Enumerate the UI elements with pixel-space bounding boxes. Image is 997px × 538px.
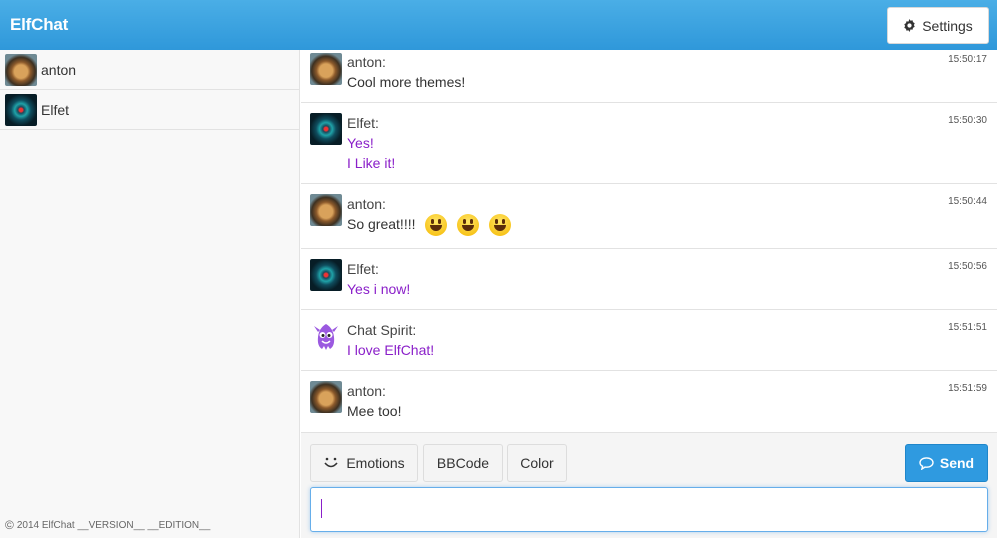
top-navbar: ElfChat Settings (0, 0, 997, 50)
message-avatar (310, 113, 342, 145)
message-author[interactable]: Chat Spirit: (347, 320, 987, 340)
message-text: I love ElfChat! (347, 342, 435, 358)
chat-message: Chat Spirit: I love ElfChat! 15:51:51 (301, 310, 997, 371)
message-avatar (310, 320, 342, 352)
chat-message: Elfet: Yes i now! 15:50:56 (301, 249, 997, 310)
chat-spirit-icon (314, 324, 338, 350)
message-author[interactable]: anton: (347, 52, 987, 72)
send-label: Send (939, 455, 975, 471)
message-time: 15:50:56 (948, 261, 987, 272)
smiley-emoji-icon (425, 214, 448, 237)
message-text: Yes i now! (347, 281, 411, 297)
message-input[interactable] (310, 487, 988, 532)
user-name: Elfet (41, 101, 70, 118)
color-label: Color (520, 455, 554, 471)
settings-button[interactable]: Settings (887, 7, 989, 44)
message-time: 15:50:44 (948, 196, 987, 207)
message-author[interactable]: Elfet: (347, 113, 987, 133)
chat-message: anton: Mee too! 15:51:59 (301, 371, 997, 432)
message-text-content: So great!!!! (347, 216, 416, 232)
copyright-footer: © 2014 ElfChat __VERSION__ __EDITION__ (5, 518, 210, 532)
user-avatar (5, 53, 37, 86)
chat-message: Elfet: Yes! I Like it! 15:50:30 (301, 103, 997, 184)
message-time: 15:50:17 (948, 54, 987, 65)
message-author[interactable]: Elfet: (347, 259, 987, 279)
message-text: I Like it! (347, 155, 396, 171)
gear-icon (904, 19, 915, 32)
message-author[interactable]: anton: (347, 194, 987, 214)
message-avatar (310, 194, 342, 226)
message-list: anton: Cool more themes! 15:50:17 Elfet:… (301, 50, 997, 432)
laughing-emoji-icon (489, 214, 512, 237)
message-text: Yes! (347, 135, 374, 151)
message-text: Mee too! (347, 403, 402, 419)
user-avatar (5, 93, 37, 126)
smile-icon (324, 457, 338, 468)
bbcode-button[interactable]: BBCode (423, 444, 503, 482)
message-author[interactable]: anton: (347, 381, 987, 401)
message-time: 15:51:51 (948, 322, 987, 333)
send-button[interactable]: Send (905, 444, 988, 482)
smiley-emoji-icon (457, 214, 480, 237)
bbcode-label: BBCode (436, 455, 490, 471)
chat-message: anton: Cool more themes! 15:50:17 (301, 50, 997, 103)
message-avatar (310, 259, 342, 291)
chat-message: anton: So great!!!! 15:50:44 (301, 184, 997, 249)
user-list-sidebar: anton Elfet © 2014 ElfChat __VERSION__ _… (0, 50, 300, 538)
message-text: Cool more themes! (347, 74, 466, 90)
message-composer: Emotions BBCode Color Send (301, 432, 997, 538)
message-time: 15:50:30 (948, 115, 987, 126)
text-caret (321, 499, 322, 518)
user-row-elfet[interactable]: Elfet (0, 90, 299, 130)
message-avatar (310, 53, 342, 85)
settings-label: Settings (922, 17, 973, 34)
message-avatar (310, 381, 342, 413)
speech-bubble-icon (919, 456, 934, 470)
copyright-icon: © (5, 518, 14, 532)
message-time: 15:51:59 (948, 383, 987, 394)
user-name: anton (41, 61, 77, 78)
copyright-text: 2014 ElfChat __VERSION__ __EDITION__ (16, 519, 211, 531)
message-text: So great!!!! (347, 214, 987, 237)
color-button[interactable]: Color (507, 444, 567, 482)
emotions-button[interactable]: Emotions (310, 444, 418, 482)
emotions-label: Emotions (346, 455, 405, 471)
app-title[interactable]: ElfChat (10, 15, 68, 35)
user-row-anton[interactable]: anton (0, 50, 299, 90)
